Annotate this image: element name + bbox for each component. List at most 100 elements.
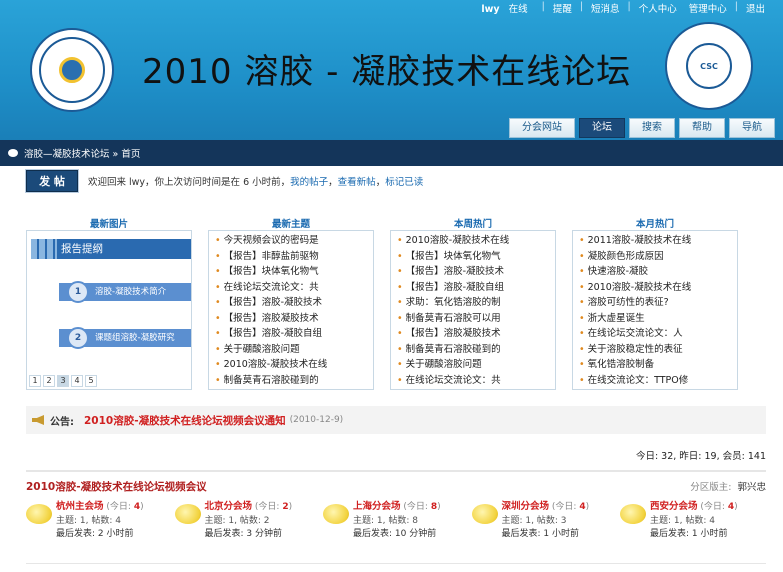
- breadcrumb: 溶胶—凝胶技术论坛 » 首页: [0, 140, 783, 166]
- moderator-info: 分区版主: 郭兴忠: [690, 479, 766, 493]
- board-info: 上海分会场 (今日: 8) 主题: 1, 帖数: 8 最后发表: 10 分钟前: [353, 500, 441, 542]
- board-item: 西安分会场 (今日: 4) 主题: 1, 帖数: 4 最后发表: 1 小时前: [620, 500, 766, 542]
- topic-link[interactable]: 【报告】块体氧化物气: [397, 249, 549, 265]
- board-last-post[interactable]: 最后发表: 10 分钟前: [353, 528, 441, 542]
- username-link[interactable]: lwy 在线: [475, 1, 539, 15]
- board-topics: 主题: 1, 帖数: 4: [650, 515, 715, 526]
- topic-link[interactable]: 【报告】溶胶凝胶技术: [215, 311, 367, 327]
- topic-link[interactable]: 【报告】溶胶-凝胶自组: [215, 326, 367, 342]
- forum-bubble-icon: [174, 504, 201, 524]
- topic-link[interactable]: 溶胶可纺性的表征?: [579, 295, 731, 311]
- topic-link[interactable]: 【报告】溶胶凝胶技术: [397, 326, 549, 342]
- online-status: 在线: [508, 4, 528, 15]
- slide-number: 2: [67, 327, 89, 349]
- board-item: 深圳分会场 (今日: 4) 主题: 1, 帖数: 3 最后发表: 1 小时前: [471, 500, 618, 542]
- user-topbar: lwy 在线 | 提醒 | 短消息 | 个人中心 管理中心 | 退出: [475, 1, 771, 15]
- pager-5[interactable]: 5: [85, 375, 97, 387]
- moderator-label: 分区版主:: [690, 482, 732, 493]
- nav-navigation[interactable]: 导航: [729, 118, 775, 138]
- welcome-bar: 发 帖 欢迎回来 lwy，你上次访问时间是在 6 小时前，我的帖子，查看新帖，标…: [26, 166, 766, 196]
- site-header: lwy 在线 | 提醒 | 短消息 | 个人中心 管理中心 | 退出 2010 …: [0, 0, 783, 140]
- board-last-post[interactable]: 最后发表: 1 小时前: [502, 528, 590, 542]
- panel-title: 最新主题: [271, 219, 310, 230]
- topbar-profile[interactable]: 个人中心: [633, 1, 683, 15]
- breadcrumb-text[interactable]: 溶胶—凝胶技术论坛 » 首页: [24, 146, 140, 160]
- panel-title: 本周热门: [453, 219, 492, 230]
- topic-link[interactable]: 【报告】溶胶-凝胶自组: [397, 280, 549, 296]
- topic-link[interactable]: 在线论坛交流论文：共: [397, 373, 549, 389]
- topic-link[interactable]: 在线交流论文：TTPO修: [579, 373, 731, 389]
- topic-link[interactable]: 今天视频会议的密码是: [215, 233, 367, 249]
- topic-link[interactable]: 制备莫青石溶胶碰到的: [397, 342, 549, 358]
- topic-link[interactable]: 浙大虚星诞生: [579, 311, 731, 327]
- society-logo-left[interactable]: [30, 28, 114, 112]
- topic-link[interactable]: 制备莫青石溶胶碰到的: [215, 373, 367, 389]
- topbar-logout[interactable]: 退出: [740, 1, 771, 15]
- topic-link[interactable]: 关于硼酸溶胶问题: [215, 342, 367, 358]
- pager-4[interactable]: 4: [71, 375, 83, 387]
- topbar-reminder[interactable]: 提醒: [547, 1, 578, 15]
- today-label: (今日:: [700, 502, 725, 512]
- board-info: 北京分会场 (今日: 2) 主题: 1, 帖数: 2 最后发表: 3 分钟前: [205, 500, 293, 542]
- topic-link[interactable]: 【报告】溶胶-凝胶技术: [215, 295, 367, 311]
- nav-forum[interactable]: 论坛: [579, 118, 625, 138]
- slide-number: 1: [67, 281, 89, 303]
- today-label: (今日:: [106, 502, 131, 512]
- logo-ring: [39, 37, 105, 103]
- chat-bubble-icon: [8, 149, 18, 157]
- topic-link[interactable]: 氧化锆溶胶制备: [579, 357, 731, 373]
- topic-link[interactable]: 2010溶胶-凝胶技术在线: [397, 233, 549, 249]
- topic-link[interactable]: 2010溶胶-凝胶技术在线: [215, 357, 367, 373]
- board-today: (今日: 8): [403, 502, 441, 512]
- image-slideshow[interactable]: 报告提纲 1 溶胶-凝胶技术简介 2 课题组溶胶-凝胶研究 1 2 3 4 5: [26, 230, 192, 390]
- nav-search[interactable]: 搜索: [629, 118, 675, 138]
- board-name[interactable]: 上海分会场: [353, 501, 401, 512]
- topbar-admin[interactable]: 管理中心: [683, 1, 733, 15]
- separator: |: [541, 1, 545, 12]
- nav-branch-site[interactable]: 分会网站: [509, 118, 575, 138]
- view-new-posts-link[interactable]: 查看新帖: [338, 177, 376, 188]
- panel-weekly-hot: 本周热门 2010溶胶-凝胶技术在线【报告】块体氧化物气【报告】溶胶-凝胶技术【…: [390, 216, 556, 390]
- new-post-button[interactable]: 发 帖: [26, 170, 78, 192]
- topic-link[interactable]: 【报告】溶胶-凝胶技术: [397, 264, 549, 280]
- topic-link[interactable]: 制备莫青石溶胶可以用: [397, 311, 549, 327]
- topic-link[interactable]: 求助：氧化锆溶胶的制: [397, 295, 549, 311]
- pager-1[interactable]: 1: [29, 375, 41, 387]
- forum-stats: 今日: 32, 昨日: 19, 会员: 141: [635, 451, 766, 462]
- pager-2[interactable]: 2: [43, 375, 55, 387]
- topic-list: 今天视频会议的密码是【报告】非醇盐前驱物【报告】块体氧化物气在线论坛交流论文：共…: [208, 230, 374, 390]
- board-name[interactable]: 西安分会场: [650, 501, 698, 512]
- pager-3[interactable]: 3: [57, 375, 69, 387]
- board-last-post[interactable]: 最后发表: 3 分钟前: [205, 528, 293, 542]
- topic-link[interactable]: 【报告】非醇盐前驱物: [215, 249, 367, 265]
- moderator-name[interactable]: 郭兴忠: [737, 482, 766, 493]
- category-title[interactable]: 2010溶胶-凝胶技术在线论坛视频会议: [26, 479, 207, 494]
- topic-link[interactable]: 关于溶胶稳定性的表征: [579, 342, 731, 358]
- topbar-messages[interactable]: 短消息: [585, 1, 626, 15]
- topic-link[interactable]: 在线论坛交流论文：共: [215, 280, 367, 296]
- speaker-icon: [32, 415, 44, 425]
- board-list: 杭州主会场 (今日: 4) 主题: 1, 帖数: 4 最后发表: 2 小时前 北京分会…: [26, 500, 766, 542]
- board-name[interactable]: 杭州主会场: [56, 501, 104, 512]
- mark-read-link[interactable]: 标记已读: [385, 177, 423, 188]
- board-last-post[interactable]: 最后发表: 1 小时前: [650, 528, 738, 542]
- topic-link[interactable]: 凝胶颜色形成原因: [579, 249, 731, 265]
- topic-link[interactable]: 2011溶胶-凝胶技术在线: [579, 233, 731, 249]
- board-name[interactable]: 北京分会场: [205, 501, 253, 512]
- topic-link[interactable]: 【报告】块体氧化物气: [215, 264, 367, 280]
- board-name[interactable]: 深圳分会场: [502, 501, 550, 512]
- topic-link[interactable]: 【求助】有机合成中的Lewis酸: [397, 388, 549, 389]
- topic-link[interactable]: 快速溶胶-凝胶: [579, 264, 731, 280]
- topic-link[interactable]: 关于硼酸溶胶问题: [397, 357, 549, 373]
- board-last-post[interactable]: 最后发表: 2 小时前: [56, 528, 144, 542]
- my-posts-link[interactable]: 我的帖子: [290, 177, 328, 188]
- topic-link[interactable]: 2010溶胶-凝胶技术在线: [579, 280, 731, 296]
- topic-link[interactable]: 在线论坛交流论文：人: [579, 326, 731, 342]
- separator: |: [579, 1, 584, 12]
- society-logo-right[interactable]: CSC: [665, 22, 753, 110]
- forum-bubble-icon: [26, 504, 52, 524]
- nav-help[interactable]: 帮助: [679, 118, 725, 138]
- forum-bubble-icon: [323, 504, 349, 524]
- announcement-link[interactable]: 2010溶胶-凝胶技术在线论坛视频会议通知: [84, 413, 286, 428]
- board-info: 杭州主会场 (今日: 4) 主题: 1, 帖数: 4 最后发表: 2 小时前: [56, 500, 144, 542]
